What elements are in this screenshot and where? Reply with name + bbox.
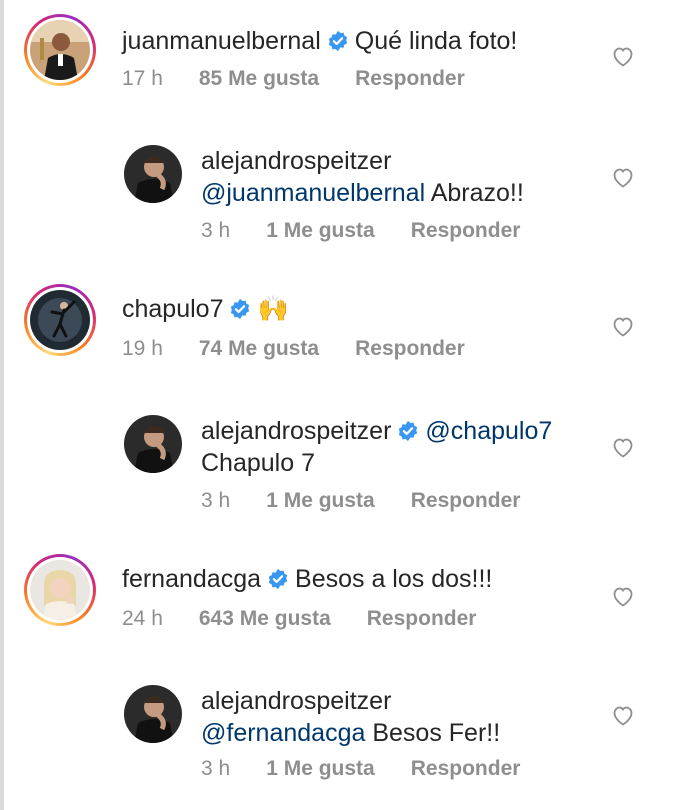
- reply-username-line: alejandrospeitzer: [201, 146, 391, 176]
- heart-outline-icon[interactable]: [611, 436, 635, 458]
- username[interactable]: alejandrospeitzer: [201, 147, 391, 175]
- reply-text: Besos Fer!!: [372, 719, 501, 747]
- reply-meta: 3 h 1 Me gusta Responder: [201, 488, 556, 514]
- avatar[interactable]: [30, 290, 90, 350]
- comment-text: Qué linda foto!: [354, 27, 518, 55]
- reply-meta: 3 h 1 Me gusta Responder: [201, 756, 556, 782]
- reply-username-line: alejandrospeitzer @chapulo7: [201, 416, 552, 446]
- username[interactable]: fernandacga: [122, 565, 261, 593]
- reply-text: Chapulo 7: [201, 449, 315, 477]
- username[interactable]: chapulo7: [122, 295, 223, 323]
- reply-text-line: @juanmanuelbernal Abrazo!!: [201, 178, 524, 208]
- mention-link[interactable]: @fernandacga: [201, 719, 365, 747]
- likes-count[interactable]: 1 Me gusta: [266, 757, 375, 780]
- likes-count[interactable]: 74 Me gusta: [199, 337, 319, 360]
- username[interactable]: alejandrospeitzer: [201, 417, 391, 445]
- reply-meta: 3 h 1 Me gusta Responder: [201, 218, 556, 244]
- reply-button[interactable]: Responder: [355, 337, 465, 360]
- left-edge-divider: [0, 0, 4, 810]
- likes-count[interactable]: 1 Me gusta: [266, 219, 375, 242]
- comment-time: 19 h: [122, 337, 163, 360]
- reply-button[interactable]: Responder: [411, 219, 521, 242]
- reply-time: 3 h: [201, 219, 231, 242]
- comment-line: fernandacga Besos a los dos!!!: [122, 564, 492, 594]
- comment-time: 17 h: [122, 67, 163, 90]
- mention-link[interactable]: @chapulo7: [425, 417, 552, 445]
- likes-count[interactable]: 643 Me gusta: [199, 607, 331, 630]
- comment-meta: 24 h 643 Me gusta Responder: [122, 606, 512, 632]
- verified-badge-icon: [328, 30, 347, 52]
- reply-text-line: Chapulo 7: [201, 448, 315, 478]
- mention-link[interactable]: @juanmanuelbernal: [201, 179, 425, 207]
- comment-line: chapulo7 🙌: [122, 294, 289, 324]
- verified-badge-icon: [268, 568, 288, 590]
- avatar[interactable]: [30, 560, 90, 620]
- avatar[interactable]: [124, 145, 182, 203]
- username[interactable]: alejandrospeitzer: [201, 687, 391, 715]
- reply-button[interactable]: Responder: [367, 607, 477, 630]
- likes-count[interactable]: 85 Me gusta: [199, 67, 319, 90]
- comment-time: 24 h: [122, 607, 163, 630]
- reply-button[interactable]: Responder: [355, 67, 465, 90]
- heart-outline-icon[interactable]: [611, 585, 635, 607]
- heart-outline-icon[interactable]: [611, 704, 635, 726]
- verified-badge-icon: [399, 420, 418, 442]
- reply-button[interactable]: Responder: [411, 757, 521, 780]
- reply-text-line: @fernandacga Besos Fer!!: [201, 718, 500, 748]
- reply-username-line: alejandrospeitzer: [201, 686, 391, 716]
- reply-time: 3 h: [201, 489, 231, 512]
- reply-button[interactable]: Responder: [411, 489, 521, 512]
- comment-meta: 19 h 74 Me gusta Responder: [122, 336, 501, 362]
- comment-text: 🙌: [257, 295, 289, 323]
- comment-line: juanmanuelbernal Qué linda foto!: [122, 26, 517, 56]
- avatar[interactable]: [124, 415, 182, 473]
- likes-count[interactable]: 1 Me gusta: [266, 489, 375, 512]
- heart-outline-icon[interactable]: [611, 315, 635, 337]
- heart-outline-icon[interactable]: [611, 45, 635, 67]
- comment-text: Besos a los dos!!!: [295, 565, 493, 593]
- reply-time: 3 h: [201, 757, 231, 780]
- reply-text: Abrazo!!: [430, 179, 524, 207]
- avatar[interactable]: [124, 685, 182, 743]
- heart-outline-icon[interactable]: [611, 166, 635, 188]
- verified-badge-icon: [231, 298, 250, 320]
- username[interactable]: juanmanuelbernal: [122, 27, 321, 55]
- comment-meta: 17 h 85 Me gusta Responder: [122, 66, 501, 92]
- avatar[interactable]: [30, 20, 90, 80]
